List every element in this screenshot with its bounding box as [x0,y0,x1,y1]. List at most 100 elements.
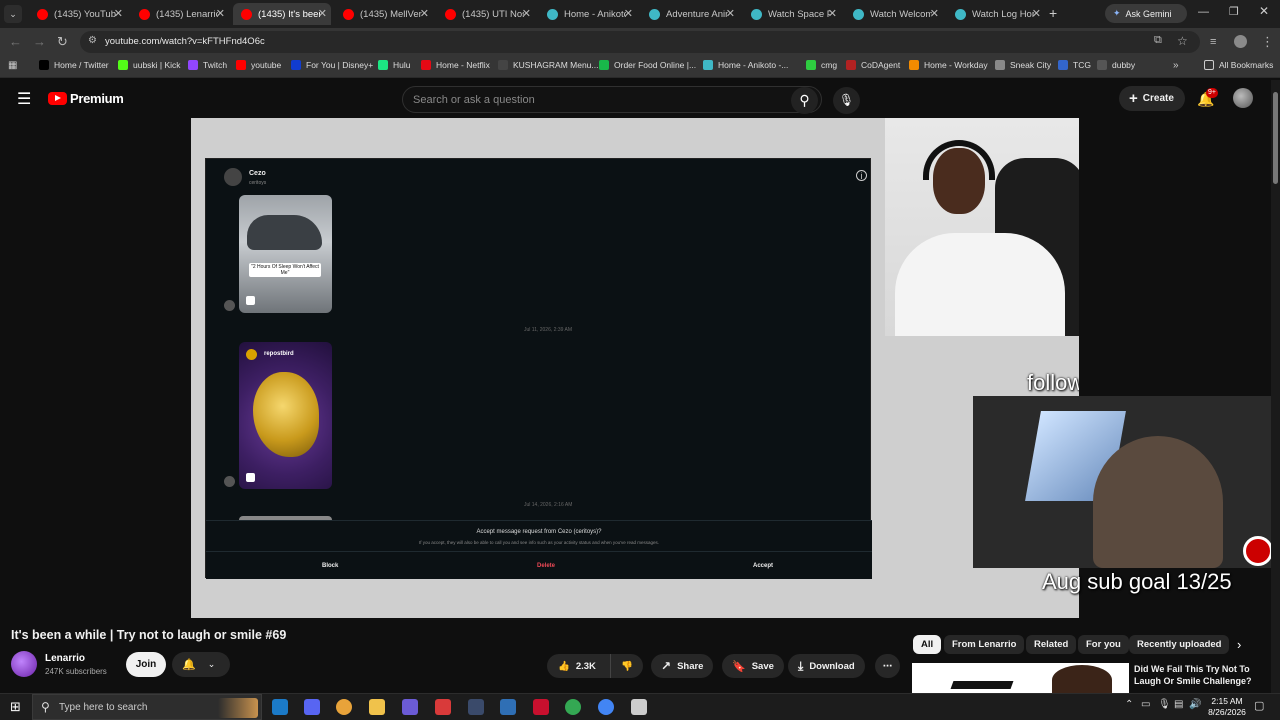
steam-icon[interactable] [468,699,484,715]
tab-close-icon[interactable]: ✕ [1032,7,1041,20]
install-app-icon[interactable]: ⧉ [1154,34,1162,47]
dislike-button[interactable]: 👎 [611,661,643,672]
tab-close-icon[interactable]: ✕ [624,7,633,20]
account-avatar[interactable] [1233,88,1253,108]
tab-search-button[interactable]: ⌄ [4,5,22,23]
share-button[interactable]: ↗ Share [651,654,714,678]
browser-tab[interactable]: Watch Log Hor ✕ [947,3,1045,25]
browser-tab[interactable]: (1435) YouTube ✕ [29,3,127,25]
save-button[interactable]: 🔖 Save [722,654,784,678]
game-icon[interactable] [402,699,418,715]
browser-tab[interactable]: Watch Welcome ✕ [845,3,943,25]
wifi-icon[interactable]: ▤ [1174,699,1183,710]
bookmark-item[interactable]: Twitch [188,60,227,70]
bookmark-item[interactable]: youtube [236,60,281,70]
voice-search-button[interactable]: 🎙 [833,87,860,114]
browser-tab[interactable]: (1435) MellVerse✕ [335,3,433,25]
bookmark-item[interactable]: Sneak City [995,60,1051,70]
new-tab-button[interactable]: + [1049,5,1057,21]
tab-close-icon[interactable]: ✕ [828,7,837,20]
edge-icon[interactable] [272,699,288,715]
clock-date[interactable]: 8/26/2026 [1204,707,1250,717]
site-info-icon[interactable]: ⚙ [88,35,97,46]
bookmark-item[interactable]: Home - Netflix [421,60,490,70]
minimize-button[interactable]: — [1198,6,1209,18]
filter-chip[interactable]: For you [1078,635,1129,654]
windows-start-icon[interactable]: ⊞ [10,699,21,715]
network-icon[interactable]: ▭ [1141,699,1150,710]
discord-icon[interactable] [304,699,320,715]
bookmark-star-icon[interactable]: ☆ [1177,34,1188,48]
bookmark-item[interactable]: Hulu [378,60,410,70]
media-player-icon[interactable] [435,699,451,715]
bookmark-item[interactable]: For You | Disney+ [291,60,373,70]
tab-close-icon[interactable]: ✕ [420,7,429,20]
recommendation-title[interactable]: Did We Fail This Try Not To Laugh Or Smi… [1134,663,1262,687]
more-actions-button[interactable]: ⋯ [875,654,900,678]
recommendation-thumbnail[interactable] [912,663,1129,693]
search-box[interactable]: Search or ask a question [402,86,822,113]
browser-tab[interactable]: (1435) Lenarrio ✕ [131,3,229,25]
file-explorer-icon[interactable] [369,699,385,715]
chrome-icon[interactable] [336,699,352,715]
filter-chip[interactable]: All [913,635,942,654]
bookmark-item[interactable]: TCG [1058,60,1091,70]
like-button[interactable]: 👍 2.3K [547,654,611,678]
bookmark-item[interactable]: dubby [1097,60,1135,70]
bookmark-item[interactable]: KUSHAGRAM Menu... [498,60,599,70]
browser-tab[interactable]: Watch Space Pa✕ [743,3,841,25]
youtube-logo[interactable]: Premium [48,91,124,106]
taskbar-search-box[interactable]: ⚲ Type here to search [32,694,262,720]
download-button[interactable]: ⤓ Download [788,654,865,678]
profile-avatar[interactable] [1234,35,1247,48]
apps-grid-icon[interactable]: ▦ [8,60,17,71]
tab-close-icon[interactable]: ✕ [216,7,225,20]
chip-scroll-right-icon[interactable]: › [1237,637,1241,652]
tray-chevron-icon[interactable]: ⌃ [1125,699,1133,710]
search-button[interactable]: ⚲ [791,87,818,114]
bookmark-item[interactable]: Home - Workday [909,60,988,70]
media-controls-icon[interactable]: ≡ [1210,34,1216,50]
channel-name[interactable]: Lenarrio [45,653,85,664]
address-bar[interactable]: ⚙ youtube.com/watch?v=kFTHFnd4O6c ⧉ ☆ [80,31,1200,53]
filter-chip[interactable]: Recently uploaded [1129,635,1230,654]
subscribe-bell-button[interactable]: 🔔 ⌄ [172,652,230,677]
notification-center-icon[interactable]: ▢ [1254,699,1264,712]
page-scrollbar[interactable] [1271,80,1280,693]
clock-time[interactable]: 2:15 AM [1207,696,1247,706]
bookmark-item[interactable]: Order Food Online |... [599,60,696,70]
create-button[interactable]: + Create [1119,86,1185,111]
scrollbar-thumb[interactable] [1273,92,1278,184]
clock-app-icon[interactable] [631,699,647,715]
chrome-profile-icon[interactable] [598,699,614,715]
browser-tab[interactable]: Home - Anikoto ✕ [539,3,637,25]
tab-close-icon[interactable]: ✕ [930,7,939,20]
reload-icon[interactable]: ↻ [57,34,68,50]
tab-close-icon[interactable]: ✕ [114,7,123,20]
filter-chip[interactable]: Related [1026,635,1077,654]
taskbar-search-input[interactable]: Type here to search [59,702,147,713]
search-input[interactable]: Search or ask a question [413,94,535,106]
browser-tab[interactable]: (1435) It's been ✕ [233,3,331,25]
join-button[interactable]: Join [126,652,166,677]
microphone-tray-icon[interactable]: 🎙 [1158,699,1171,710]
video-player[interactable]: Cezo ceritoys i "2 Hours Of Sleep Won't … [191,118,1079,618]
adobe-icon[interactable] [533,699,549,715]
menu-kebab-icon[interactable]: ⋮ [1261,34,1274,50]
app-icon[interactable] [500,699,516,715]
channel-avatar[interactable] [11,651,37,677]
bookmark-item[interactable]: uubski | Kick [118,60,181,70]
tab-close-icon[interactable]: ✕ [522,7,531,20]
volume-icon[interactable]: 🔊 [1189,699,1201,710]
notifications-button[interactable]: 🔔 9+ [1197,88,1218,108]
all-bookmarks[interactable]: All Bookmarks [1204,60,1273,70]
close-window-button[interactable]: ✕ [1259,4,1269,18]
back-icon[interactable]: ← [9,34,22,50]
bookmark-item[interactable]: cmg [806,60,837,70]
restore-button[interactable]: ❐ [1229,5,1239,18]
filter-chip[interactable]: From Lenarrio [944,635,1025,654]
browser-tab[interactable]: (1435) UTI Nost ✕ [437,3,535,25]
chrome-profile-icon[interactable] [565,699,581,715]
browser-tab[interactable]: Adventure Anime✕ [641,3,739,25]
tab-close-icon[interactable]: ✕ [726,7,735,20]
